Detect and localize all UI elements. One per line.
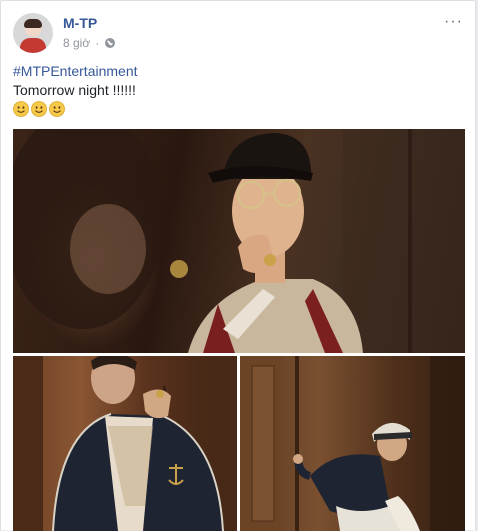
post-message: Tomorrow night !!!!!! [13, 82, 136, 98]
photo-main-illustration [13, 129, 465, 353]
post-card: M-TP 8 giờ · ··· #MTPEntertainment Tomor… [0, 0, 476, 531]
post-photo-bottom-left[interactable] [13, 356, 237, 531]
avatar-hair [24, 19, 42, 28]
smile-emoji-icon [49, 101, 65, 117]
meta-separator: · [95, 36, 100, 50]
more-options-button[interactable]: ··· [444, 13, 463, 31]
globe-icon[interactable] [104, 37, 116, 49]
photo-right-illustration [240, 356, 465, 531]
post-photo-main[interactable] [13, 129, 465, 353]
post-photo-bottom-right[interactable] [240, 356, 465, 531]
post-meta: 8 giờ · [63, 36, 116, 50]
photo-left-illustration [13, 356, 237, 531]
smile-emoji-icon [31, 101, 47, 117]
hashtag-link[interactable]: #MTPEntertainment [13, 63, 138, 79]
avatar-shirt [20, 38, 46, 53]
author-name[interactable]: M-TP [63, 15, 97, 31]
emoji-row [13, 101, 65, 117]
post-timestamp[interactable]: 8 giờ [63, 36, 90, 50]
smile-emoji-icon [13, 101, 29, 117]
author-avatar[interactable] [13, 13, 53, 53]
